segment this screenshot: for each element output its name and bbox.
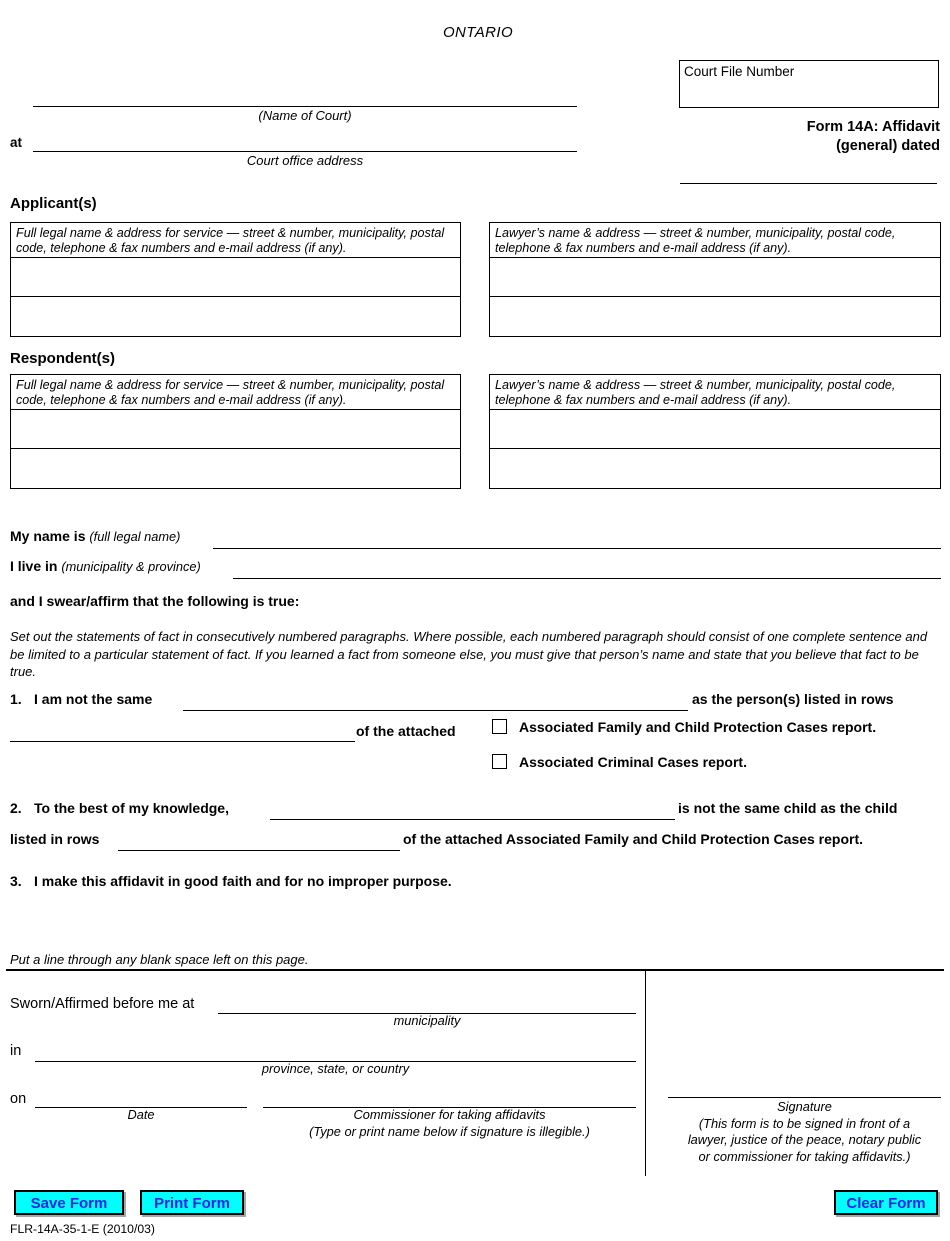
form-title-line-1: Form 14A: Affidavit <box>806 119 940 135</box>
swear-affirm-statement: and I swear/affirm that the following is… <box>10 593 300 609</box>
applicant-lawyer-column-header: Lawyer’s name & address — street & numbe… <box>490 223 940 258</box>
commissioner-caption-line-2: (Type or print name below if signature i… <box>309 1123 590 1139</box>
checkbox-associated-criminal-cases[interactable] <box>492 754 507 769</box>
clear-form-button[interactable]: Clear Form <box>834 1190 938 1215</box>
commissioner-caption: Commissioner for taking affidavits (Type… <box>263 1107 636 1140</box>
paragraph-1-rows-input-line[interactable] <box>10 741 355 742</box>
court-address-caption: Court office address <box>246 153 364 168</box>
paragraph-3-text-a: I make this affidavit in good faith and … <box>34 873 452 889</box>
commissioner-caption-line-1: Commissioner for taking affidavits <box>353 1107 546 1122</box>
paragraph-1-text-c: of the attached <box>356 723 456 739</box>
paragraph-1-name-input-line[interactable] <box>183 710 688 711</box>
form-page: ONTARIO (Name of Court) at Court office … <box>0 0 950 1241</box>
paragraph-1-number: 1. <box>10 691 22 707</box>
signature-input-line[interactable] <box>668 1097 941 1098</box>
checkbox-associated-family-child-protection[interactable] <box>492 719 507 734</box>
signature-caption-line-1: Signature <box>777 1099 832 1114</box>
court-address-input-line[interactable] <box>33 151 577 152</box>
respondent-party-field-1[interactable] <box>11 410 460 449</box>
form-code: FLR-14A-35-1-E (2010/03) <box>10 1222 155 1236</box>
applicant-lawyer-field-1[interactable] <box>490 258 940 297</box>
respondent-party-column-header: Full legal name & address for service — … <box>11 375 460 410</box>
i-live-in-label: I live in (municipality & province) <box>10 558 201 574</box>
signature-caption: Signature (This form is to be signed in … <box>660 1099 949 1165</box>
blank-space-note: Put a line through any blank space left … <box>10 952 309 967</box>
i-live-in-hint: (municipality & province) <box>61 559 201 574</box>
applicant-party-field-1[interactable] <box>11 258 460 297</box>
signature-caption-line-2: (This form is to be signed in front of a <box>698 1115 911 1131</box>
applicant-lawyer-field-2[interactable] <box>490 297 940 336</box>
paragraph-2-child-input-line[interactable] <box>270 819 675 820</box>
respondent-party-field-2[interactable] <box>11 449 460 488</box>
jurat-signature-divider <box>645 969 646 1176</box>
jurisdiction-title: ONTARIO <box>0 24 950 41</box>
set-out-instructions: Set out the statements of fact in consec… <box>10 629 928 679</box>
paragraph-2-text-b: is not the same child as the child <box>678 800 898 816</box>
page-title: Form 14A: Affidavit (general) dated <box>600 118 940 156</box>
paragraph-1-text-b: as the person(s) listed in rows <box>692 691 894 707</box>
respondent-lawyer-field-1[interactable] <box>490 410 940 449</box>
court-file-number-label: Court File Number <box>684 64 795 79</box>
applicant-party-table: Full legal name & address for service — … <box>10 222 461 337</box>
in-label: in <box>10 1043 22 1059</box>
municipality-caption: municipality <box>393 1013 461 1028</box>
print-form-button[interactable]: Print Form <box>140 1190 244 1215</box>
at-label: at <box>10 135 23 150</box>
my-name-is-hint: (full legal name) <box>89 529 181 544</box>
my-name-is-label: My name is (full legal name) <box>10 528 180 544</box>
applicant-lawyer-table: Lawyer’s name & address — street & numbe… <box>489 222 941 337</box>
applicant-party-column-header: Full legal name & address for service — … <box>11 223 460 258</box>
paragraph-2-text-c: listed in rows <box>10 831 100 847</box>
respondent-lawyer-column-header: Lawyer’s name & address — street & numbe… <box>490 375 940 410</box>
paragraph-1-text-a: I am not the same <box>34 691 153 707</box>
on-label: on <box>10 1091 27 1107</box>
applicant-party-field-2[interactable] <box>11 297 460 336</box>
my-name-is-text: My name is <box>10 528 86 544</box>
form-title-line-2: (general) dated <box>836 138 940 154</box>
paragraph-2-text-d: of the attached Associated Family and Ch… <box>403 831 864 847</box>
respondent-party-table: Full legal name & address for service — … <box>10 374 461 489</box>
dated-input-line[interactable] <box>680 183 937 184</box>
respondent-lawyer-field-2[interactable] <box>490 449 940 488</box>
paragraph-2-text-a: To the best of my knowledge, <box>34 800 229 816</box>
checkbox-associated-family-child-protection-label: Associated Family and Child Protection C… <box>519 719 877 735</box>
respondents-heading: Respondent(s) <box>10 350 115 367</box>
signature-caption-line-3: lawyer, justice of the peace, notary pub… <box>687 1132 922 1147</box>
paragraph-2-number: 2. <box>10 800 22 816</box>
date-caption: Date <box>127 1107 155 1122</box>
save-form-button[interactable]: Save Form <box>14 1190 124 1215</box>
my-name-input-line[interactable] <box>213 548 941 549</box>
paragraph-2-rows-input-line[interactable] <box>118 850 400 851</box>
sworn-affirmed-label: Sworn/Affirmed before me at <box>10 996 195 1012</box>
signature-caption-line-4: or commissioner for taking affidavits.) <box>698 1148 911 1164</box>
i-live-in-input-line[interactable] <box>233 578 941 579</box>
jurisdiction-text: ONTARIO <box>442 24 514 41</box>
applicants-heading: Applicant(s) <box>10 195 97 212</box>
court-name-caption: (Name of Court) <box>258 108 352 123</box>
respondent-lawyer-table: Lawyer’s name & address — street & numbe… <box>489 374 941 489</box>
province-caption: province, state, or country <box>261 1061 410 1076</box>
court-name-input-line[interactable] <box>33 106 577 107</box>
paragraph-3-number: 3. <box>10 873 22 889</box>
i-live-in-text: I live in <box>10 558 58 574</box>
checkbox-associated-criminal-cases-label: Associated Criminal Cases report. <box>519 754 747 770</box>
